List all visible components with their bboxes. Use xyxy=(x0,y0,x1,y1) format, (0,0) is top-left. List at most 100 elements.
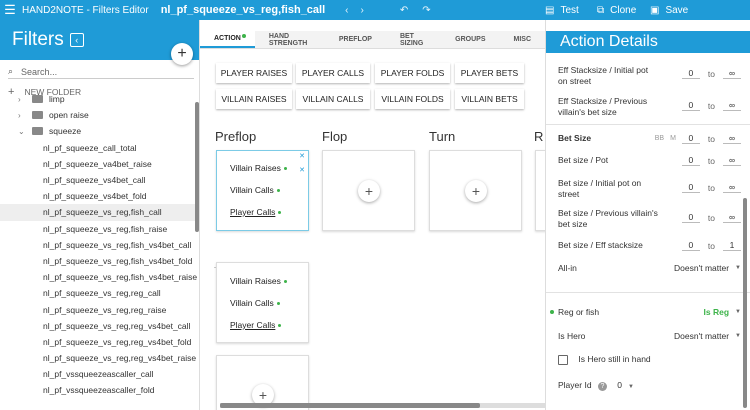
list-item-selected[interactable]: nl_pf_squeeze_vs_reg,fish_call xyxy=(0,204,199,221)
condition-villain-raises[interactable]: Villain Raises xyxy=(230,276,287,286)
is-hero-still-row[interactable]: Is Hero still in hand xyxy=(558,354,743,368)
folder-icon xyxy=(32,111,43,120)
player-raises-chip[interactable]: PLAYER RAISES xyxy=(216,63,292,83)
condition-player-calls[interactable]: Player Calls xyxy=(230,320,282,330)
from-input[interactable]: 0 xyxy=(681,240,700,251)
title-bar: ☰ HAND2NOTE - Filters Editor nl_pf_squee… xyxy=(0,0,750,20)
river-group[interactable] xyxy=(535,150,545,231)
test-button[interactable]: ▤ Test xyxy=(545,0,579,20)
list-item[interactable]: nl_pf_squeeze_vs4bet_call xyxy=(0,172,199,188)
scroll-thumb[interactable] xyxy=(220,403,480,408)
tab-action[interactable]: ACTION xyxy=(200,31,255,48)
list-item[interactable]: nl_pf_squeeze_vs_reg,fish_vs4bet_fold xyxy=(0,253,199,269)
folder-squeeze[interactable]: ⌄ squeeze xyxy=(0,123,199,139)
tab-hand-strength[interactable]: HAND STRENGTH xyxy=(255,31,325,48)
bet-size-pot-row: Bet size / Pot 0 to ∞ xyxy=(558,155,743,169)
from-input[interactable]: 0 xyxy=(681,182,700,193)
list-item[interactable]: nl_pf_squeeze_vs_reg,reg_call xyxy=(0,285,199,301)
horizontal-scrollbar[interactable] xyxy=(220,403,545,408)
is-hero-select[interactable]: Doesn't matter ▼ xyxy=(674,331,741,341)
add-flop-group-button[interactable]: + xyxy=(358,180,380,202)
hamburger-icon[interactable]: ☰ xyxy=(0,2,20,18)
redo-icon[interactable]: ↷ xyxy=(422,5,430,16)
list-item[interactable]: nl_pf_squeeze_vs_reg,reg_vs4bet_raise xyxy=(0,350,199,366)
m-toggle[interactable]: M xyxy=(670,135,676,142)
save-button[interactable]: ▣ Save xyxy=(650,0,688,20)
to-input[interactable]: ∞ xyxy=(723,133,741,144)
to-input[interactable]: ∞ xyxy=(723,68,741,79)
preflop-group-2[interactable]: Villain Raises Villain Calls Player Call… xyxy=(216,262,309,343)
player-calls-chip[interactable]: PLAYER CALLS xyxy=(296,63,370,83)
close-group-icon[interactable]: ✕ xyxy=(299,152,305,160)
collapse-icon[interactable]: ‹ xyxy=(69,33,84,47)
list-item[interactable]: nl_pf_squeeze_vs_reg,fish_vs4bet_raise xyxy=(0,269,199,285)
tab-groups[interactable]: GROUPS xyxy=(441,31,499,48)
folder-open-raise[interactable]: › open raise xyxy=(0,107,199,123)
list-item[interactable]: nl_pf_squeeze_vs_reg,reg_vs4bet_fold xyxy=(0,334,199,350)
list-item[interactable]: nl_pf_squeeze_vs_reg,fish_raise xyxy=(0,221,199,237)
field-label: Is Hero xyxy=(558,331,586,341)
from-input[interactable]: 0 xyxy=(681,133,700,144)
next-icon[interactable]: › xyxy=(361,5,364,16)
tab-preflop[interactable]: PREFLOP xyxy=(325,31,386,48)
to-input[interactable]: ∞ xyxy=(723,155,741,166)
villain-raises-chip[interactable]: VILLAIN RAISES xyxy=(216,89,292,109)
bet-size-prev-villain-row: Bet size / Previous villain's bet size 0… xyxy=(558,208,743,230)
folder-limp[interactable]: › limp xyxy=(0,91,199,107)
condition-villain-calls[interactable]: Villain Calls xyxy=(230,185,280,195)
to-label: to xyxy=(707,240,715,251)
list-item[interactable]: nl_pf_vssqueezeascaller_call xyxy=(0,366,199,382)
condition-villain-raises[interactable]: Villain Raises xyxy=(230,163,287,173)
villain-folds-chip[interactable]: VILLAIN FOLDS xyxy=(375,89,450,109)
folder-icon xyxy=(32,127,43,136)
street-river: R xyxy=(534,129,544,144)
sidebar-scrollbar[interactable] xyxy=(195,102,199,232)
turn-group[interactable]: + xyxy=(429,150,522,231)
list-item[interactable]: nl_pf_squeeze_va4bet_raise xyxy=(0,156,199,172)
to-label: to xyxy=(707,100,715,111)
player-id-select[interactable]: 0 ▼ xyxy=(617,380,634,390)
undo-icon[interactable]: ↶ xyxy=(400,5,408,16)
list-item[interactable]: nl_pf_squeeze_vs_reg,reg_raise xyxy=(0,301,199,317)
bb-toggle[interactable]: BB xyxy=(655,135,664,142)
from-input[interactable]: 0 xyxy=(681,68,700,79)
from-input[interactable]: 0 xyxy=(681,212,700,223)
from-input[interactable]: 0 xyxy=(681,155,700,166)
all-in-select[interactable]: Doesn't matter ▼ xyxy=(674,263,741,273)
to-input[interactable]: ∞ xyxy=(723,100,741,111)
clone-button[interactable]: ⧉ Clone xyxy=(597,0,636,20)
list-item[interactable]: nl_pf_squeeze_vs_reg,reg_vs4bet_call xyxy=(0,318,199,334)
details-scrollbar[interactable] xyxy=(743,198,747,408)
player-folds-chip[interactable]: PLAYER FOLDS xyxy=(375,63,450,83)
list-item[interactable]: nl_pf_squeeze_call_total xyxy=(0,140,199,156)
list-item[interactable]: nl_pf_squeeze_vs4bet_fold xyxy=(0,188,199,204)
condition-player-calls[interactable]: Player Calls xyxy=(230,207,282,217)
list-item[interactable]: nl_pf_vssqueezeascaller_fold xyxy=(0,382,199,398)
preflop-group-1[interactable]: ✕ Villain Raises ✕ Villain Calls Player … xyxy=(216,150,309,231)
villain-calls-chip[interactable]: VILLAIN CALLS xyxy=(296,89,370,109)
tab-bet-sizing[interactable]: BET SIZING xyxy=(386,31,441,48)
search-input[interactable]: ⌕ Search... xyxy=(8,65,194,79)
select-value: Doesn't matter xyxy=(674,263,730,273)
close-condition-icon[interactable]: ✕ xyxy=(299,166,305,174)
to-input[interactable]: 1 xyxy=(723,240,741,251)
player-bets-chip[interactable]: PLAYER BETS xyxy=(455,63,524,83)
to-input[interactable]: ∞ xyxy=(723,182,741,193)
reg-or-fish-select[interactable]: Is Reg ▼ xyxy=(704,307,741,317)
add-turn-group-button[interactable]: + xyxy=(465,180,487,202)
select-value: 0 xyxy=(617,380,623,390)
villain-bets-chip[interactable]: VILLAIN BETS xyxy=(455,89,524,109)
prev-icon[interactable]: ‹ xyxy=(345,5,348,16)
preflop-group-empty[interactable]: + xyxy=(216,355,309,410)
list-item[interactable]: nl_pf_squeeze_vs_reg,fish_vs4bet_call xyxy=(0,237,199,253)
tab-misc[interactable]: MISC xyxy=(500,31,546,48)
add-filter-button[interactable]: + xyxy=(171,43,193,65)
help-icon[interactable]: ? xyxy=(597,382,607,391)
flop-group[interactable]: + xyxy=(322,150,415,231)
condition-villain-calls[interactable]: Villain Calls xyxy=(230,298,280,308)
to-input[interactable]: ∞ xyxy=(723,212,741,223)
file-label: nl_pf_squeeze_vs_reg,fish_vs4bet_raise xyxy=(43,272,198,283)
from-input[interactable]: 0 xyxy=(681,100,700,111)
street-preflop: Preflop xyxy=(215,129,257,144)
is-hero-still-checkbox[interactable] xyxy=(558,354,568,365)
